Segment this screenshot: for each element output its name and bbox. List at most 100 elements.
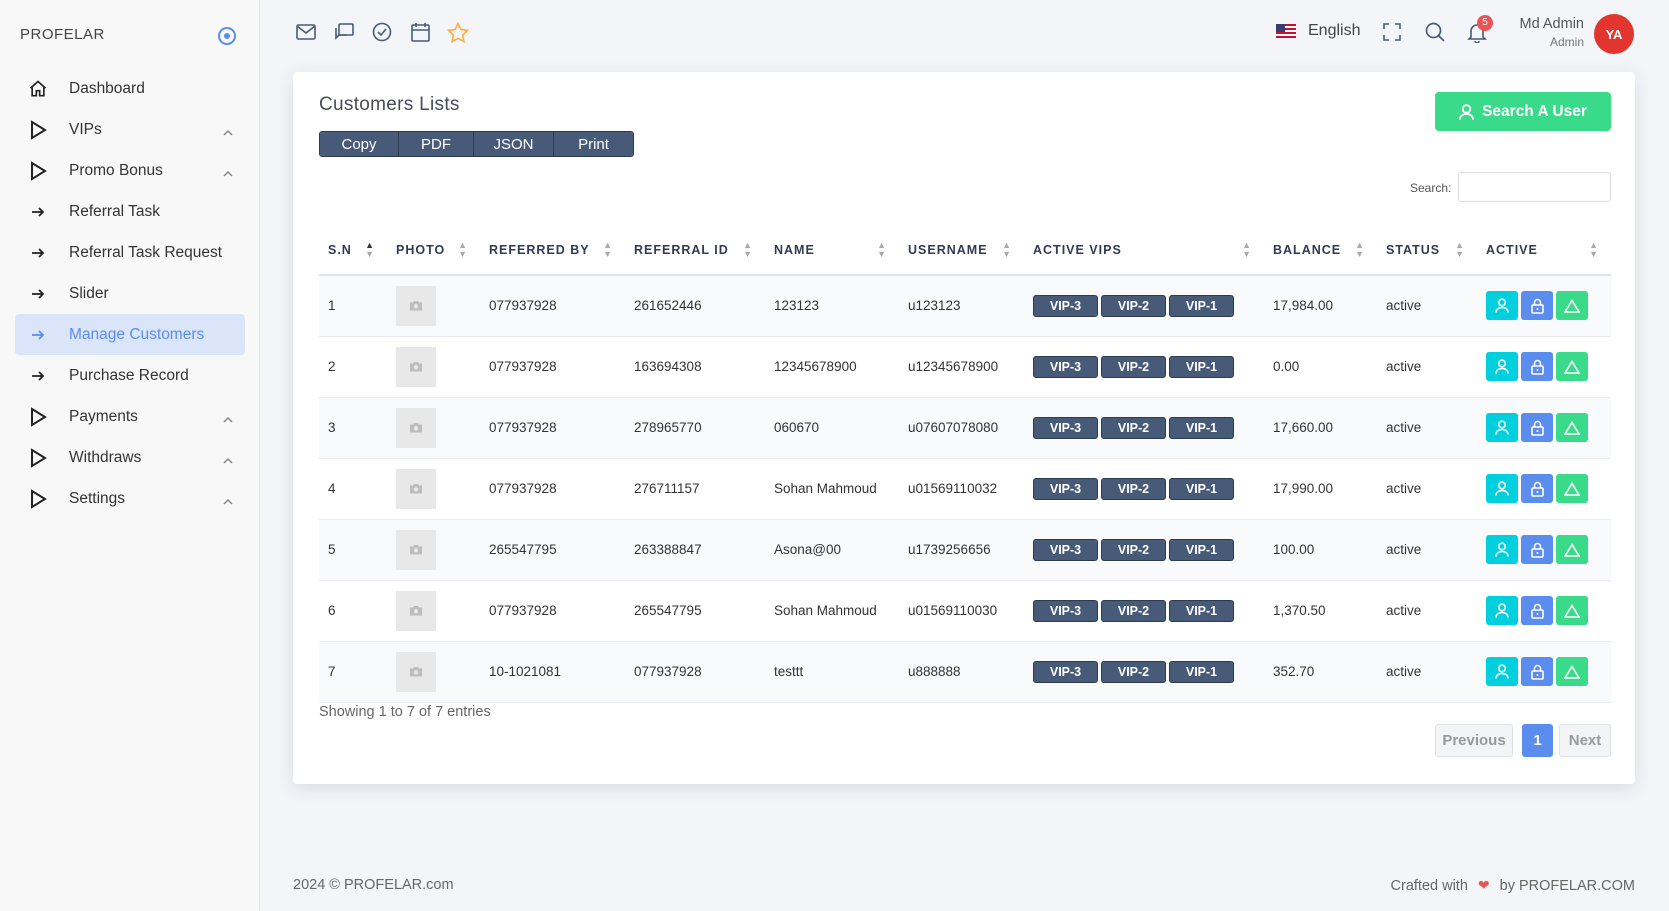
vip-badge[interactable]: VIP-3 — [1033, 416, 1098, 439]
column-header-referral-id[interactable]: REFERRAL ID ▲ ▼ — [625, 225, 765, 276]
vip-badge[interactable]: VIP-1 — [1169, 660, 1234, 683]
lock-user-button[interactable] — [1521, 596, 1553, 625]
triangle-icon — [1564, 542, 1580, 557]
column-header-referred-by[interactable]: REFERRED BY ▲ ▼ — [480, 225, 625, 276]
triangle-icon — [1564, 359, 1580, 374]
user-name[interactable]: Md Admin — [1520, 16, 1584, 32]
view-user-button[interactable] — [1486, 474, 1518, 503]
vip-badge[interactable]: VIP-2 — [1101, 294, 1166, 317]
vip-badge[interactable]: VIP-1 — [1169, 477, 1234, 500]
vip-badge[interactable]: VIP-1 — [1169, 416, 1234, 439]
sidebar-item-settings[interactable]: Settings — [15, 478, 245, 519]
sidebar-item-withdraws[interactable]: Withdraws — [15, 437, 245, 478]
brand-logo[interactable]: PROFELAR — [20, 26, 105, 43]
view-user-button[interactable] — [1486, 291, 1518, 321]
lock-user-button[interactable] — [1521, 413, 1553, 442]
avatar[interactable]: YA — [1594, 14, 1634, 54]
vip-badge[interactable]: VIP-2 — [1101, 355, 1166, 378]
copy-button[interactable]: Copy — [320, 132, 399, 156]
arrow-right-icon — [27, 365, 49, 387]
pdf-button[interactable]: PDF — [399, 132, 474, 156]
star-icon[interactable] — [447, 21, 469, 43]
triangle-icon — [1564, 603, 1580, 618]
lock-user-button[interactable] — [1521, 474, 1553, 503]
vip-badge[interactable]: VIP-3 — [1033, 599, 1098, 622]
vip-badge[interactable]: VIP-3 — [1033, 294, 1098, 317]
sidebar-item-slider[interactable]: Slider — [15, 273, 245, 314]
column-header-active[interactable]: ACTIVE ▲ ▼ — [1477, 225, 1611, 276]
mail-icon[interactable] — [295, 21, 317, 43]
play-icon — [27, 119, 49, 141]
language-selector[interactable]: English — [1276, 22, 1360, 40]
column-header-name[interactable]: NAME ▲ ▼ — [765, 225, 899, 276]
sidebar-item-manage-customers[interactable]: Manage Customers — [15, 314, 245, 355]
view-user-button[interactable] — [1486, 413, 1518, 442]
vip-badge[interactable]: VIP-3 — [1033, 538, 1098, 561]
sidebar-item-payments[interactable]: Payments — [15, 396, 245, 437]
view-user-button[interactable] — [1486, 596, 1518, 625]
vip-badge[interactable]: VIP-3 — [1033, 355, 1098, 378]
upgrade-user-button[interactable] — [1556, 474, 1588, 503]
calendar-icon[interactable] — [409, 21, 431, 43]
footer-by-link[interactable]: by PROFELAR.COM — [1500, 878, 1635, 894]
cell-name: 123123 — [765, 275, 899, 337]
json-button[interactable]: JSON — [474, 132, 554, 156]
check-circle-icon[interactable] — [371, 21, 393, 43]
view-user-button[interactable] — [1486, 657, 1518, 686]
column-header-status[interactable]: STATUS ▲ ▼ — [1377, 225, 1477, 276]
vip-badge[interactable]: VIP-2 — [1101, 538, 1166, 561]
vip-badge[interactable]: VIP-2 — [1101, 477, 1166, 500]
pagination: Previous 1 Next — [1435, 724, 1611, 757]
next-page-button[interactable]: Next — [1559, 724, 1611, 757]
column-header-username[interactable]: USERNAME ▲ ▼ — [899, 225, 1024, 276]
sidebar-toggle-icon[interactable] — [218, 27, 236, 45]
sidebar-item-referral-task-request[interactable]: Referral Task Request — [15, 232, 245, 273]
lock-user-button[interactable] — [1521, 535, 1553, 564]
column-header-sn[interactable]: S.N ▲ ▼ — [319, 225, 387, 276]
arrow-right-icon — [27, 283, 49, 305]
sidebar-item-referral-task[interactable]: Referral Task — [15, 191, 245, 232]
search-input[interactable] — [1458, 172, 1611, 202]
view-user-button[interactable] — [1486, 535, 1518, 564]
upgrade-user-button[interactable] — [1556, 657, 1588, 686]
column-header-active-vips[interactable]: ACTIVE VIPS ▲ ▼ — [1024, 225, 1264, 276]
upgrade-user-button[interactable] — [1556, 352, 1588, 381]
vip-badge[interactable]: VIP-1 — [1169, 538, 1234, 561]
search-user-button[interactable]: Search A User — [1435, 92, 1611, 131]
sidebar-item-label: Referral Task Request — [69, 243, 223, 261]
page-1-button[interactable]: 1 — [1522, 724, 1553, 757]
lock-user-button[interactable] — [1521, 657, 1553, 686]
column-header-balance[interactable]: BALANCE ▲ ▼ — [1264, 225, 1377, 276]
view-user-button[interactable] — [1486, 352, 1518, 381]
lock-user-button[interactable] — [1521, 291, 1553, 321]
column-header-photo[interactable]: PHOTO ▲ ▼ — [387, 225, 480, 276]
vip-badge[interactable]: VIP-1 — [1169, 294, 1234, 317]
cell-sn: 2 — [319, 336, 387, 398]
upgrade-user-button[interactable] — [1556, 535, 1588, 564]
upgrade-user-button[interactable] — [1556, 291, 1588, 321]
fullscreen-icon[interactable] — [1381, 21, 1403, 43]
previous-page-button[interactable]: Previous — [1435, 724, 1513, 757]
search-icon[interactable] — [1424, 21, 1446, 43]
print-button[interactable]: Print — [554, 132, 633, 156]
vip-badge[interactable]: VIP-2 — [1101, 599, 1166, 622]
cell-active-vips: VIP-3 VIP-2 VIP-1 — [1024, 580, 1264, 642]
vip-badge[interactable]: VIP-2 — [1101, 416, 1166, 439]
sidebar-item-purchase-record[interactable]: Purchase Record — [15, 355, 245, 396]
sidebar-item-promo-bonus[interactable]: Promo Bonus — [15, 150, 245, 191]
vip-badge[interactable]: VIP-1 — [1169, 599, 1234, 622]
lock-user-button[interactable] — [1521, 352, 1553, 381]
chat-icon[interactable] — [333, 21, 355, 43]
upgrade-user-button[interactable] — [1556, 596, 1588, 625]
vip-badge[interactable]: VIP-3 — [1033, 660, 1098, 683]
chevron-up-icon — [223, 410, 233, 428]
camera-icon — [396, 285, 436, 326]
upgrade-user-button[interactable] — [1556, 413, 1588, 442]
cell-balance: 17,660.00 — [1264, 397, 1377, 459]
sidebar-item-dashboard[interactable]: Dashboard — [15, 68, 245, 109]
vip-badge[interactable]: VIP-1 — [1169, 355, 1234, 378]
cell-name: testtt — [765, 641, 899, 703]
sidebar-item-vips[interactable]: VIPs — [15, 109, 245, 150]
vip-badge[interactable]: VIP-3 — [1033, 477, 1098, 500]
vip-badge[interactable]: VIP-2 — [1101, 660, 1166, 683]
